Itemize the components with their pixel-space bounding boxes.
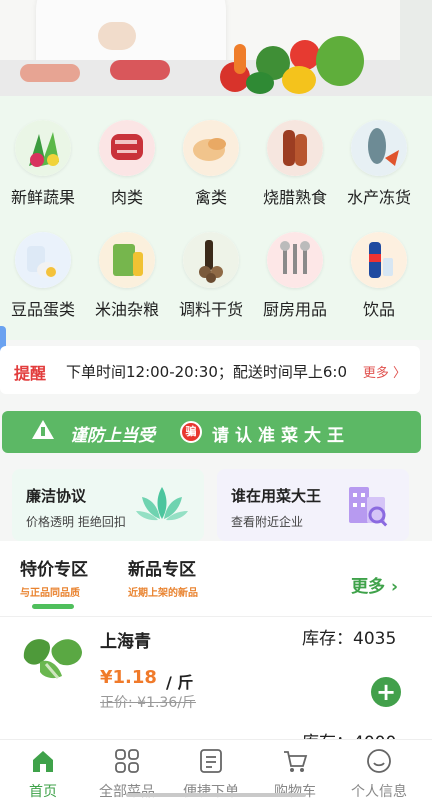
vegetables-icon	[15, 120, 71, 176]
integrity-agreement-card[interactable]: 廉洁协议 价格透明 拒绝回扣	[12, 469, 204, 541]
notice-more-link[interactable]: 更多 〉	[363, 362, 406, 381]
tab-title: 新品专区	[128, 560, 196, 580]
warning-text-2: 请认准菜大王	[212, 426, 350, 446]
category-kitchen[interactable]: 厨房用品	[252, 232, 338, 320]
seasoning-icon	[183, 232, 239, 288]
category-drinks[interactable]: 饮品	[336, 232, 422, 320]
nav-label: 便捷下单	[183, 784, 239, 800]
category-label: 烧腊熟食	[262, 188, 327, 207]
home-indicator	[126, 793, 306, 797]
building-search-icon	[349, 487, 388, 527]
banner-hand	[98, 22, 136, 50]
seafood-icon	[351, 120, 407, 176]
nav-label: 全部菜品	[99, 784, 155, 800]
lotus-icon	[136, 487, 188, 521]
nav-cart[interactable]: 购物车	[252, 740, 338, 800]
tab-special-offers[interactable]: 特价专区 与正品同品质	[20, 555, 88, 599]
product-original-price: 正价: ¥1.36/斤	[100, 695, 196, 711]
banner-steak	[110, 60, 170, 80]
card-subtitle: 价格透明 拒绝回扣	[26, 515, 126, 529]
rice-oil-icon	[99, 232, 155, 288]
tab-subtitle: 与正品同品质	[20, 588, 80, 599]
category-label: 豆品蛋类	[10, 300, 75, 319]
fraud-warning-banner: 谨防上当受 骗 请认准菜大王	[2, 411, 421, 453]
category-label: 调料干货	[178, 300, 243, 319]
grid-icon	[115, 749, 139, 773]
category-label: 水产冻货	[346, 188, 411, 207]
category-seasoning[interactable]: 调料干货	[168, 232, 254, 320]
notice-bar: 提醒 下单时间12:00-20:30；配送时间早上6:0 更多 〉	[0, 346, 420, 394]
category-label: 厨房用品	[262, 300, 327, 319]
tab-new-products[interactable]: 新品专区 近期上架的新品	[128, 555, 198, 599]
kitchen-tools-icon	[267, 232, 323, 288]
warning-icon-mark	[41, 427, 45, 436]
category-seafood[interactable]: 水产冻货	[336, 120, 422, 208]
product-image[interactable]	[18, 628, 88, 684]
section-more-link[interactable]: 更多 ›	[351, 572, 398, 597]
banner-pepper-yellow	[282, 66, 316, 94]
category-label: 饮品	[362, 300, 395, 319]
nav-profile[interactable]: 个人信息	[336, 740, 422, 800]
tab-title: 特价专区	[20, 560, 88, 580]
category-label: 新鲜蔬果	[10, 188, 75, 207]
bottom-nav: 首页 全部菜品 便捷下单 购物车 个人信息	[0, 739, 432, 800]
card-title: 谁在用菜大王	[231, 487, 322, 505]
banner-greens	[316, 36, 364, 86]
category-label: 米油杂粮	[94, 300, 159, 319]
banner-carrot	[234, 44, 246, 74]
cart-icon	[284, 751, 308, 772]
cured-meat-icon	[267, 120, 323, 176]
nav-all-products[interactable]: 全部菜品	[84, 740, 170, 800]
card-title: 廉洁协议	[26, 487, 87, 505]
nav-home[interactable]: 首页	[0, 740, 86, 800]
fraud-badge: 骗	[180, 421, 202, 443]
category-cured-meat[interactable]: 烧腊熟食	[252, 120, 338, 208]
notice-message: 下单时间12:00-20:30；配送时间早上6:0	[66, 363, 348, 381]
banner-edge	[400, 0, 432, 96]
category-vegetables[interactable]: 新鲜蔬果	[0, 120, 86, 208]
product-name[interactable]: 上海青	[100, 627, 151, 652]
who-uses-card[interactable]: 谁在用菜大王 查看附近企业	[217, 469, 409, 541]
category-eggs[interactable]: 豆品蛋类	[0, 232, 86, 320]
profile-icon	[367, 749, 391, 773]
category-label: 禽类	[194, 188, 227, 207]
add-to-cart-button[interactable]: +	[371, 677, 401, 707]
poultry-icon	[183, 120, 239, 176]
notice-tag: 提醒	[14, 364, 47, 383]
category-label: 肉类	[110, 188, 143, 207]
tab-subtitle: 近期上架的新品	[128, 588, 198, 599]
product-unit: / 斤	[166, 673, 194, 692]
divider	[0, 616, 432, 617]
product-stock: 库存：4035	[302, 629, 397, 649]
meat-icon	[99, 120, 155, 176]
active-tab-indicator	[32, 604, 74, 609]
product-price: ¥1.18	[100, 667, 157, 688]
warning-text-1: 谨防上当受	[70, 426, 155, 446]
banner-pepper-green	[246, 72, 274, 94]
nav-quick-order[interactable]: 便捷下单	[168, 740, 254, 800]
nav-label: 首页	[29, 784, 57, 800]
card-subtitle: 查看附近企业	[231, 515, 304, 529]
banner-chicken	[20, 64, 80, 82]
category-rice-oil[interactable]: 米油杂粮	[84, 232, 170, 320]
category-grid: 新鲜蔬果 肉类 禽类 烧腊熟食 水产冻货 豆品蛋类 米油杂粮 调料干货 厨房用品…	[0, 96, 432, 340]
nav-label: 个人信息	[351, 784, 407, 800]
category-poultry[interactable]: 禽类	[168, 120, 254, 208]
egg-icon	[15, 232, 71, 288]
drink-icon	[351, 232, 407, 288]
nav-label: 购物车	[274, 784, 316, 800]
category-meat[interactable]: 肉类	[84, 120, 170, 208]
hero-banner[interactable]	[0, 0, 432, 96]
order-list-icon	[200, 749, 222, 773]
home-icon	[33, 751, 53, 772]
